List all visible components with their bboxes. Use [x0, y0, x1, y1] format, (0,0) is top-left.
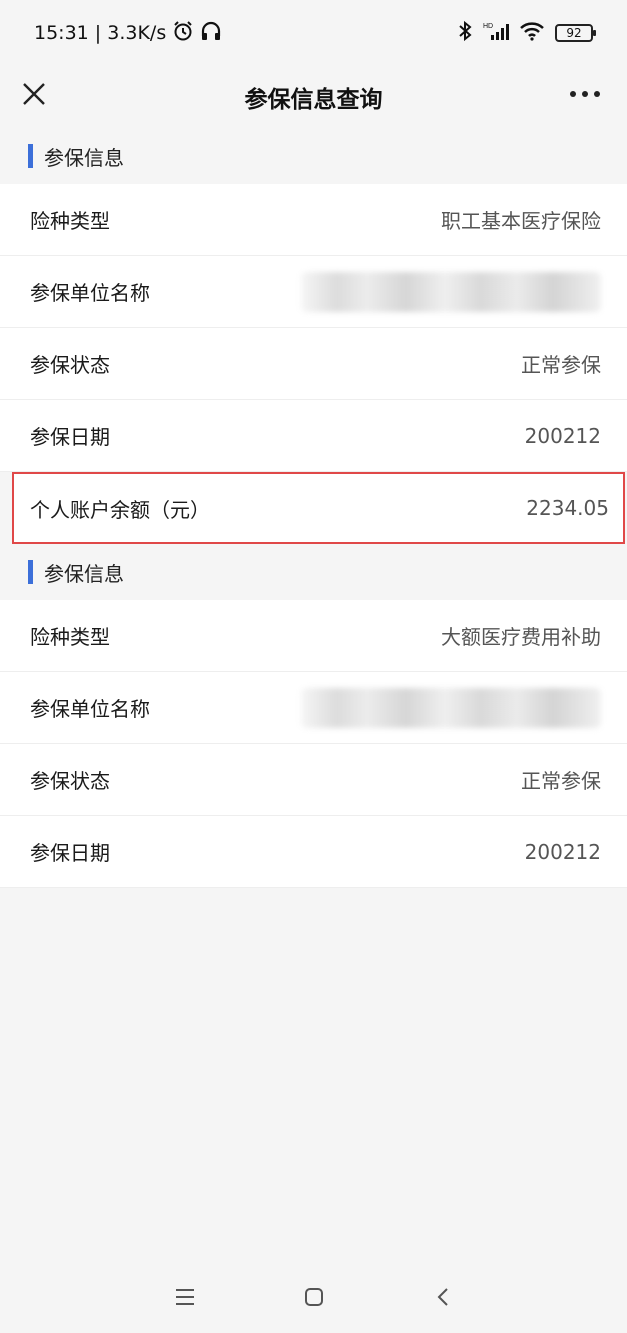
home-icon[interactable]: [294, 1277, 334, 1317]
info-row-account-balance: 个人账户余额（元） 2234.05: [12, 472, 625, 544]
info-row-employer: 参保单位名称: [0, 256, 627, 328]
more-icon[interactable]: [567, 76, 603, 112]
section-header: 参保信息: [0, 128, 627, 184]
info-row-status: 参保状态 正常参保: [0, 328, 627, 400]
info-row-date: 参保日期 200212: [0, 816, 627, 888]
svg-text:HD: HD: [483, 23, 493, 30]
section-accent-bar: [28, 560, 33, 584]
menu-icon[interactable]: [165, 1277, 205, 1317]
row-label: 险种类型: [30, 625, 110, 649]
row-label: 参保状态: [30, 769, 110, 793]
status-left: 15:31 | 3.3K/s: [34, 20, 222, 47]
section-accent-bar: [28, 144, 33, 168]
nav-bar: 参保信息查询: [0, 66, 627, 128]
bluetooth-icon: [457, 20, 473, 47]
page-title: 参保信息查询: [244, 87, 383, 113]
info-row-insurance-type: 险种类型 职工基本医疗保险: [0, 184, 627, 256]
row-label: 参保日期: [30, 841, 110, 865]
redacted-value: [301, 687, 601, 728]
row-label: 个人账户余额（元）: [30, 497, 210, 522]
signal-icon: HD: [483, 20, 509, 47]
section-title: 参保信息: [44, 145, 124, 170]
row-value: 职工基本医疗保险: [441, 209, 601, 233]
row-label: 参保日期: [30, 425, 110, 449]
section-header: 参保信息: [0, 544, 627, 600]
redacted-value: [301, 271, 601, 312]
alarm-icon: [172, 20, 194, 47]
back-icon[interactable]: [423, 1277, 463, 1317]
row-value: 200212: [524, 839, 601, 864]
content: 参保信息 险种类型 职工基本医疗保险 参保单位名称 参保状态 正常参保 参保日期…: [0, 128, 627, 888]
row-value: 200212: [524, 423, 601, 448]
info-row-status: 参保状态 正常参保: [0, 744, 627, 816]
info-row-insurance-type: 险种类型 大额医疗费用补助: [0, 600, 627, 672]
status-right: HD 92: [457, 20, 596, 47]
info-row-date: 参保日期 200212: [0, 400, 627, 472]
row-label: 险种类型: [30, 209, 110, 233]
row-label: 参保单位名称: [30, 697, 150, 721]
close-icon[interactable]: [18, 78, 50, 110]
headset-icon: [200, 20, 222, 47]
status-time: 15:31 | 3.3K/s: [34, 22, 167, 44]
section-title: 参保信息: [44, 561, 124, 586]
wifi-icon: [519, 20, 545, 47]
row-label: 参保单位名称: [30, 281, 150, 305]
row-value: 正常参保: [521, 769, 601, 793]
battery-indicator: 92: [555, 24, 596, 42]
status-bar: 15:31 | 3.3K/s HD 92: [0, 0, 627, 66]
info-row-employer: 参保单位名称: [0, 672, 627, 744]
system-nav-bar: [0, 1261, 627, 1333]
row-label: 参保状态: [30, 353, 110, 377]
row-value: 2234.05: [526, 496, 609, 520]
row-value: 正常参保: [521, 353, 601, 377]
row-value: 大额医疗费用补助: [441, 625, 601, 649]
